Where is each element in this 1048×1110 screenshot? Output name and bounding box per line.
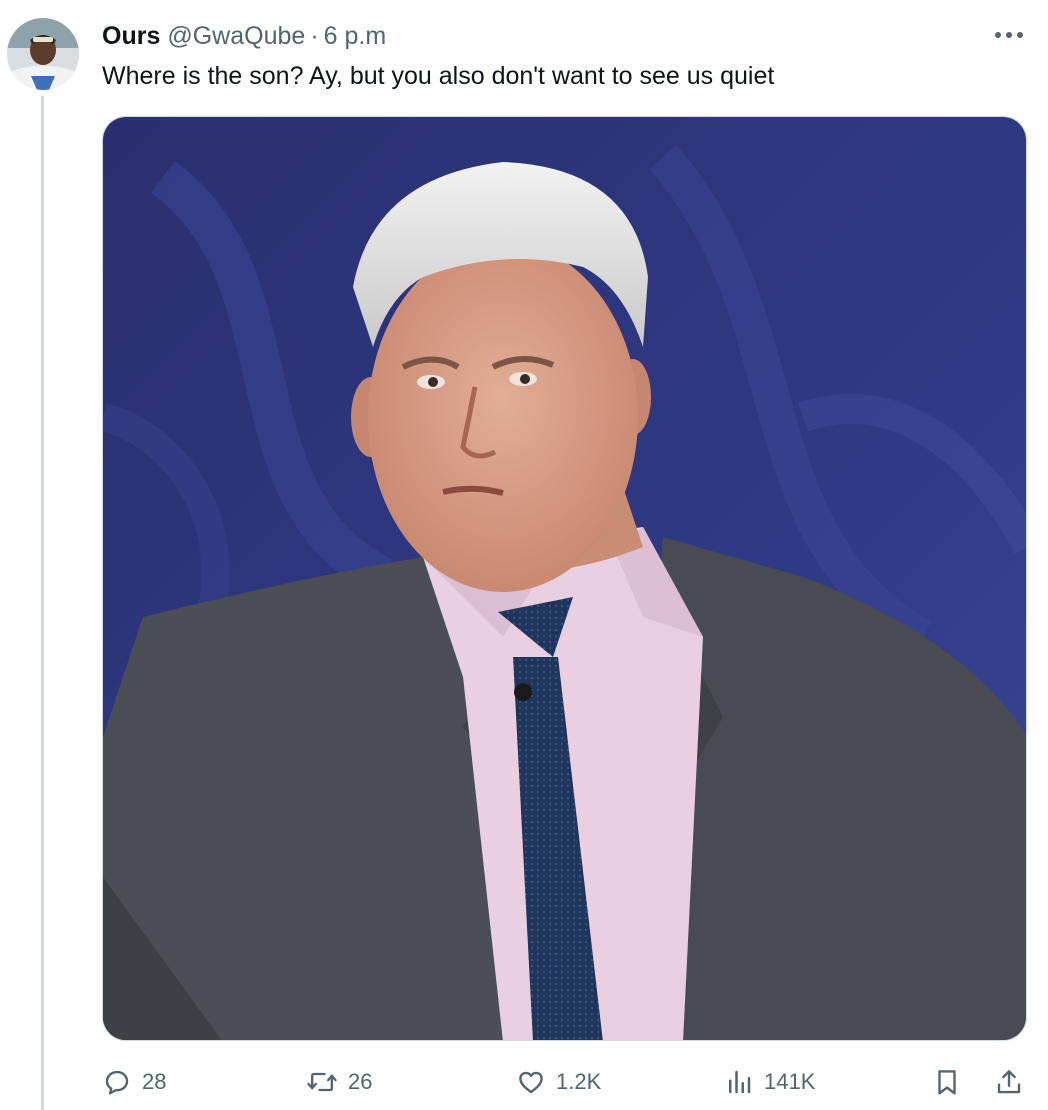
tweet-text: Where is the son? Ay, but you also don't… [102, 62, 775, 90]
reply-icon [102, 1067, 132, 1097]
tweet-photo[interactable] [102, 116, 1027, 1041]
like-count: 1.2K [556, 1069, 602, 1094]
bookmark-icon [932, 1067, 962, 1097]
heart-icon [516, 1067, 546, 1097]
tweet-header: Ours @GwaQube · 6 p.m [102, 20, 386, 52]
author-display-name[interactable]: Ours [102, 20, 160, 52]
author-handle[interactable]: @GwaQube [167, 20, 305, 52]
thread-line [41, 96, 44, 1110]
reply-count: 28 [142, 1069, 167, 1094]
more-icon [994, 26, 1024, 44]
reply-button[interactable]: 28 [102, 1062, 166, 1102]
more-options-button[interactable] [992, 22, 1026, 48]
retweet-count: 26 [348, 1069, 373, 1094]
tweet-timestamp[interactable]: 6 p.m [324, 20, 387, 52]
author-avatar[interactable] [7, 18, 79, 90]
tweet-actions: 28 26 1.2K 141K [102, 1062, 1028, 1102]
bookmark-button[interactable] [932, 1062, 962, 1102]
views-icon [724, 1067, 754, 1097]
retweet-button[interactable]: 26 [306, 1062, 372, 1102]
views-button[interactable]: 141K [724, 1062, 815, 1102]
retweet-icon [306, 1067, 338, 1097]
share-button[interactable] [994, 1062, 1024, 1102]
view-count: 141K [764, 1069, 816, 1094]
tweet: Ours @GwaQube · 6 p.m Where is the son? … [0, 0, 1048, 1110]
like-button[interactable]: 1.2K [516, 1062, 601, 1102]
separator-dot: · [310, 22, 319, 50]
share-icon [994, 1067, 1024, 1097]
